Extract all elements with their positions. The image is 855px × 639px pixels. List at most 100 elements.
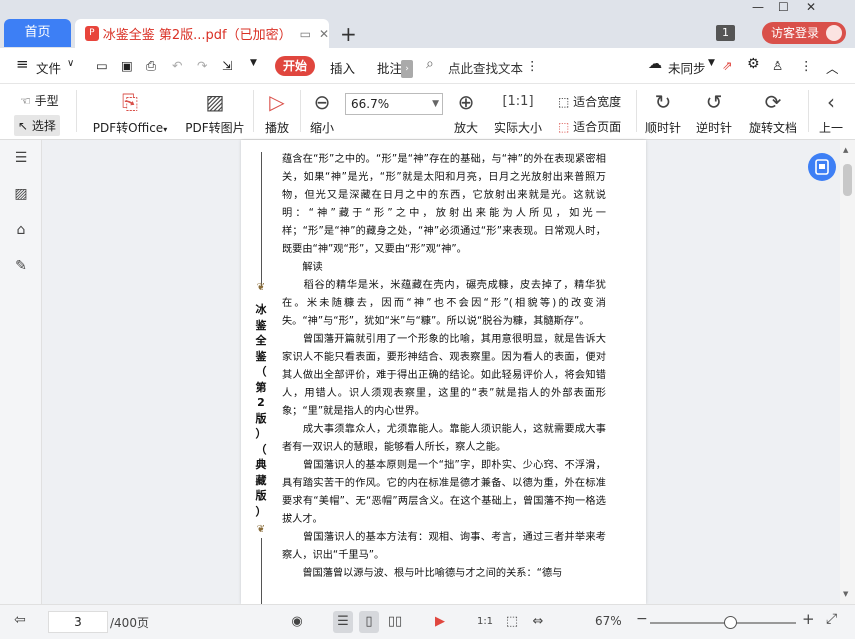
vertical-scrollbar[interactable]: ▲ ▼: [840, 140, 855, 604]
side-title-char: ）: [255, 427, 267, 440]
settings-gear-icon[interactable]: ⚙: [747, 56, 760, 72]
zoom-out-button[interactable]: ⊖ 缩小: [308, 89, 336, 136]
rotate-clockwise-button[interactable]: ↻ 顺时针: [645, 89, 681, 136]
sync-status[interactable]: 未同步: [668, 58, 706, 77]
menu-annotate[interactable]: 批注: [377, 58, 402, 77]
print-icon[interactable]: ⎙: [146, 58, 156, 74]
rotate-clockwise-label: 顺时针: [645, 121, 682, 135]
fit-width-button[interactable]: ⬚ 适合宽度: [558, 93, 621, 110]
scroll-down-icon[interactable]: ▼: [843, 590, 848, 598]
left-sidebar: ☰ ▨ ⌂ ✎: [0, 140, 42, 604]
zoom-in-button[interactable]: ⊕ 放大: [452, 89, 480, 136]
more-vertical-icon[interactable]: ⋮: [526, 58, 539, 73]
text-paragraph: 曾国藩曾以源与波、根与叶比喻德与才之间的关系：“德与: [282, 568, 563, 579]
select-tool-button[interactable]: ↖ 选择: [14, 115, 60, 136]
zoom-out-minus-icon[interactable]: −: [636, 611, 648, 627]
menu-bar: ≡ 文件 ∨ ▭ ▣ ⎙ ↶ ↷ ⇲ ▼ 开始 插入 批注 › ⌕ 点此查找文本…: [0, 48, 855, 84]
hamburger-menu-icon[interactable]: ≡: [16, 55, 29, 73]
guest-login-button[interactable]: 访客登录: [762, 22, 846, 44]
actual-size-status-icon[interactable]: 1:1: [475, 611, 495, 633]
screen-icon[interactable]: ▭: [300, 27, 311, 41]
zoom-select[interactable]: 66.7% ▼: [345, 93, 443, 115]
menu-insert[interactable]: 插入: [330, 58, 355, 77]
page-total: /400页: [110, 616, 149, 630]
new-tab-button[interactable]: +: [340, 22, 357, 46]
maximize-icon[interactable]: ☐: [778, 0, 789, 14]
signature-icon[interactable]: ✎: [12, 258, 30, 276]
page-number-input[interactable]: 3: [48, 611, 108, 633]
pdf-file-icon: P: [85, 26, 99, 41]
thumbnail-icon[interactable]: ▨: [12, 186, 30, 204]
rotate-document-button[interactable]: ⟳ 旋转文档: [748, 89, 798, 136]
more-chevron-icon[interactable]: ▼: [250, 58, 257, 68]
ornament-bottom: ❦: [256, 524, 266, 535]
rotate-counterclockwise-button[interactable]: ↺ 逆时针: [696, 89, 732, 136]
cloud-sync-icon[interactable]: ☁: [648, 56, 662, 72]
divider: [300, 90, 301, 132]
zoom-in-label: 放大: [453, 121, 478, 135]
outline-icon[interactable]: ☰: [12, 150, 30, 168]
more-horizontal-icon[interactable]: ⋮: [800, 58, 813, 73]
search-text-input[interactable]: 点此查找文本: [448, 58, 523, 77]
save-icon[interactable]: ▣: [121, 58, 133, 73]
search-icon[interactable]: ⌕: [426, 56, 434, 72]
text-paragraph: 曾国藩开篇就引用了一个形象的比喻，其用意很明显，就是告诉大家识人不能只看表面，要…: [282, 334, 606, 417]
fit-width-status-icon[interactable]: ⇔: [528, 611, 548, 633]
play-label: 播放: [264, 121, 289, 135]
file-chevron-down-icon[interactable]: ∨: [67, 58, 74, 69]
pdf-to-office-icon: ⎘: [122, 90, 138, 114]
share-icon[interactable]: ⇗: [722, 58, 732, 73]
play-slideshow-icon[interactable]: ▶: [430, 611, 450, 633]
pdf-to-image-button[interactable]: ▨ PDF转图片: [185, 89, 245, 136]
scroll-thumb[interactable]: [843, 164, 852, 196]
skin-icon[interactable]: ♙: [772, 58, 783, 73]
side-title-char: 冰: [255, 303, 267, 316]
menu-start[interactable]: 开始: [275, 56, 315, 76]
text-paragraph: 蕴含在“形”之中的。“形”是“神”存在的基础，与“神”的外在表现紧密相关，如果“…: [282, 154, 606, 255]
side-title-char: ）: [255, 504, 267, 518]
single-page-icon[interactable]: ▯: [359, 611, 379, 633]
close-window-icon[interactable]: ✕: [806, 0, 816, 14]
hand-icon: ☜: [20, 94, 31, 108]
minimize-icon[interactable]: —: [752, 0, 764, 14]
close-tab-icon[interactable]: ✕: [319, 27, 329, 41]
sync-chevron-icon[interactable]: ▼: [708, 58, 715, 68]
rotate-document-label: 旋转文档: [748, 121, 797, 135]
collapse-ribbon-icon[interactable]: ︿: [826, 58, 839, 77]
export-icon[interactable]: ⇲: [222, 58, 232, 73]
menu-file[interactable]: 文件: [36, 58, 61, 77]
divider: [808, 90, 809, 132]
page-rule-top: [261, 152, 262, 288]
tab-home[interactable]: 首页: [4, 19, 71, 47]
hand-tool-button[interactable]: ☜ 手型: [20, 92, 59, 109]
actual-size-button[interactable]: [1:1] 实际大小: [493, 89, 543, 136]
actual-size-icon: [1:1]: [502, 94, 534, 109]
previous-page-icon: ‹: [827, 90, 835, 114]
fit-page-status-icon[interactable]: ⬚: [502, 611, 522, 633]
two-page-icon[interactable]: ▯▯: [385, 611, 405, 633]
tab-document[interactable]: P 冰鉴全鉴 第2版...pdf（已加密） ▭ ✕: [75, 19, 329, 48]
open-folder-icon[interactable]: ▭: [96, 58, 108, 73]
side-title-char: 版: [255, 411, 267, 425]
fit-page-button[interactable]: ⬚ 适合页面: [558, 118, 621, 135]
text-paragraph: 曾国藩识人的基本方法有：观相、询事、考言，通过三者并举来考察人，识出“千里马”。: [282, 532, 606, 561]
bookmark-icon[interactable]: ⌂: [12, 222, 30, 240]
read-mode-icon[interactable]: ◉: [287, 611, 307, 633]
menu-scroll-right-icon[interactable]: ›: [401, 60, 413, 78]
zoom-in-plus-icon[interactable]: +: [802, 610, 815, 628]
prev-page-arrow-icon[interactable]: ⇦: [14, 612, 26, 628]
undo-icon[interactable]: ↶: [172, 58, 182, 73]
zoom-dropdown-icon[interactable]: ▼: [432, 94, 439, 114]
redo-icon[interactable]: ↷: [197, 58, 207, 73]
play-button[interactable]: ▷ 播放: [262, 89, 292, 136]
scroll-up-icon[interactable]: ▲: [843, 146, 848, 154]
previous-page-button[interactable]: ‹ 上一: [818, 89, 844, 136]
fullscreen-icon[interactable]: ⤢: [826, 611, 837, 627]
document-canvas[interactable]: ❦ 冰鉴全鉴（第 2 版）（典藏版） ❦ 蕴含在“形”之中的。“形”是“神”存在的基…: [42, 140, 840, 604]
zoom-slider[interactable]: [650, 622, 796, 624]
window-count-badge[interactable]: 1: [716, 25, 735, 41]
continuous-view-icon[interactable]: ☰: [333, 611, 353, 633]
zoom-slider-knob[interactable]: [724, 616, 737, 629]
pdf-to-office-button[interactable]: ⎘ PDF转Office▾: [92, 89, 168, 136]
float-tool-button[interactable]: [808, 153, 836, 181]
